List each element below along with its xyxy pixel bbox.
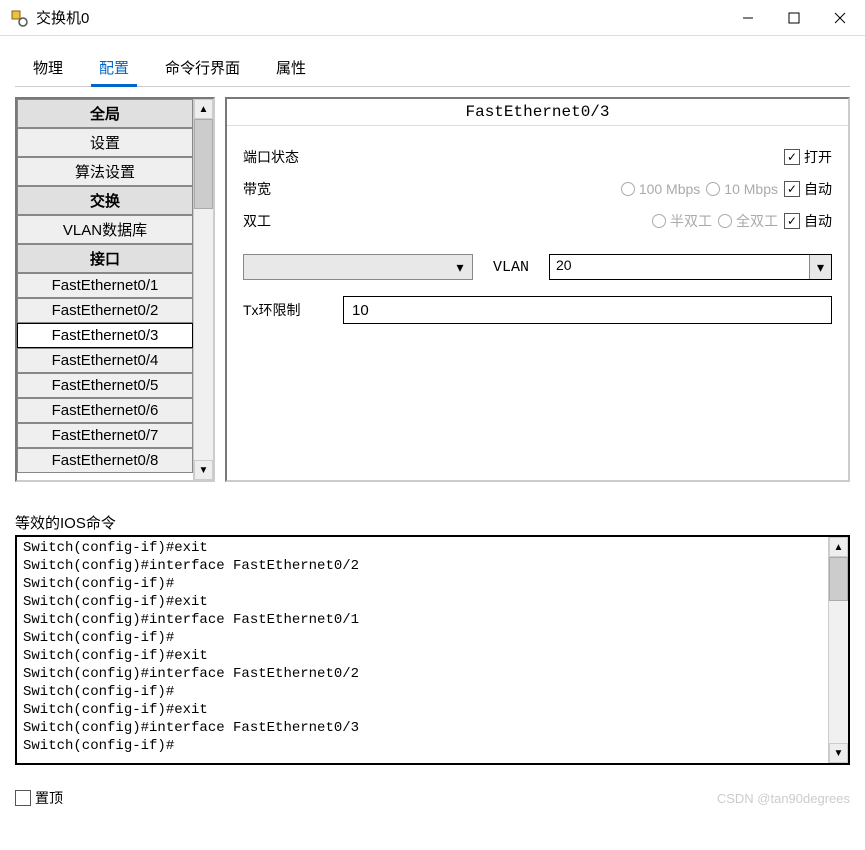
duplex-full-radio[interactable]: 全双工	[718, 211, 778, 231]
vlan-dropdown[interactable]: 20 ▾	[549, 254, 832, 280]
tx-ring-input[interactable]	[343, 296, 832, 324]
sidebar-item-fe04[interactable]: FastEthernet0/4	[17, 348, 193, 373]
check-icon	[15, 790, 31, 806]
scroll-thumb[interactable]	[829, 557, 848, 601]
sidebar-item-algorithm[interactable]: 算法设置	[17, 157, 193, 186]
tx-ring-label: Tx环限制	[243, 300, 323, 320]
sidebar-item-fe07[interactable]: FastEthernet0/7	[17, 423, 193, 448]
bw-auto-checkbox[interactable]: 自动	[784, 179, 832, 199]
sidebar-header-global[interactable]: 全局	[17, 99, 193, 128]
bw-10-radio[interactable]: 10 Mbps	[706, 181, 778, 197]
sidebar-header-switch[interactable]: 交换	[17, 186, 193, 215]
chevron-down-icon: ▾	[809, 255, 831, 279]
sidebar-item-settings[interactable]: 设置	[17, 128, 193, 157]
sidebar-item-fe02[interactable]: FastEthernet0/2	[17, 298, 193, 323]
check-icon	[784, 181, 800, 197]
tab-physical[interactable]: 物理	[15, 51, 81, 86]
scroll-down-icon[interactable]: ▼	[829, 743, 848, 763]
scroll-down-icon[interactable]: ▼	[194, 460, 213, 480]
ios-scrollbar[interactable]: ▲ ▼	[828, 537, 848, 763]
sidebar-item-fe06[interactable]: FastEthernet0/6	[17, 398, 193, 423]
app-icon	[10, 9, 28, 27]
tab-attributes[interactable]: 属性	[258, 51, 324, 86]
radio-icon	[621, 182, 635, 196]
maximize-button[interactable]	[771, 1, 817, 35]
sidebar-item-vlan-db[interactable]: VLAN数据库	[17, 215, 193, 244]
sidebar-item-fe03[interactable]: FastEthernet0/3	[17, 323, 193, 348]
tab-cli[interactable]: 命令行界面	[147, 51, 258, 86]
sidebar-scrollbar[interactable]: ▲ ▼	[193, 99, 213, 480]
port-on-checkbox[interactable]: 打开	[784, 147, 832, 167]
radio-icon	[706, 182, 720, 196]
sidebar-item-fe08[interactable]: FastEthernet0/8	[17, 448, 193, 473]
window-title: 交换机0	[36, 7, 725, 28]
minimize-button[interactable]	[725, 1, 771, 35]
radio-icon	[652, 214, 666, 228]
bw-100-radio[interactable]: 100 Mbps	[621, 181, 700, 197]
close-button[interactable]	[817, 1, 863, 35]
check-icon	[784, 149, 800, 165]
detail-title: FastEthernet0/3	[227, 99, 848, 126]
scroll-up-icon[interactable]: ▲	[194, 99, 213, 119]
duplex-label: 双工	[243, 211, 323, 231]
sidebar-header-interface[interactable]: 接口	[17, 244, 193, 273]
vlan-label: VLAN	[493, 259, 529, 276]
radio-icon	[718, 214, 732, 228]
check-icon	[784, 213, 800, 229]
tab-bar: 物理 配置 命令行界面 属性	[15, 51, 850, 87]
sidebar-item-fe05[interactable]: FastEthernet0/5	[17, 373, 193, 398]
tab-config[interactable]: 配置	[81, 51, 147, 86]
watermark: CSDN @tan90degrees	[717, 791, 850, 806]
detail-panel: FastEthernet0/3 端口状态 打开 带宽 100 Mbps	[225, 97, 850, 482]
bandwidth-label: 带宽	[243, 179, 323, 199]
sidebar-item-fe01[interactable]: FastEthernet0/1	[17, 273, 193, 298]
mode-dropdown[interactable]: ▾	[243, 254, 473, 280]
sidebar: 全局 设置 算法设置 交换 VLAN数据库 接口 FastEthernet0/1…	[15, 97, 215, 482]
ios-commands-box: Switch(config-if)#exit Switch(config)#in…	[15, 535, 850, 765]
duplex-half-radio[interactable]: 半双工	[652, 211, 712, 231]
ios-commands-text[interactable]: Switch(config-if)#exit Switch(config)#in…	[17, 537, 828, 763]
ios-commands-label: 等效的IOS命令	[15, 512, 850, 533]
chevron-down-icon: ▾	[450, 257, 470, 277]
titlebar: 交换机0	[0, 0, 865, 36]
always-on-top-checkbox[interactable]: 置顶	[15, 788, 63, 808]
port-status-label: 端口状态	[243, 147, 323, 167]
scroll-thumb[interactable]	[194, 119, 213, 209]
duplex-auto-checkbox[interactable]: 自动	[784, 211, 832, 231]
scroll-up-icon[interactable]: ▲	[829, 537, 848, 557]
